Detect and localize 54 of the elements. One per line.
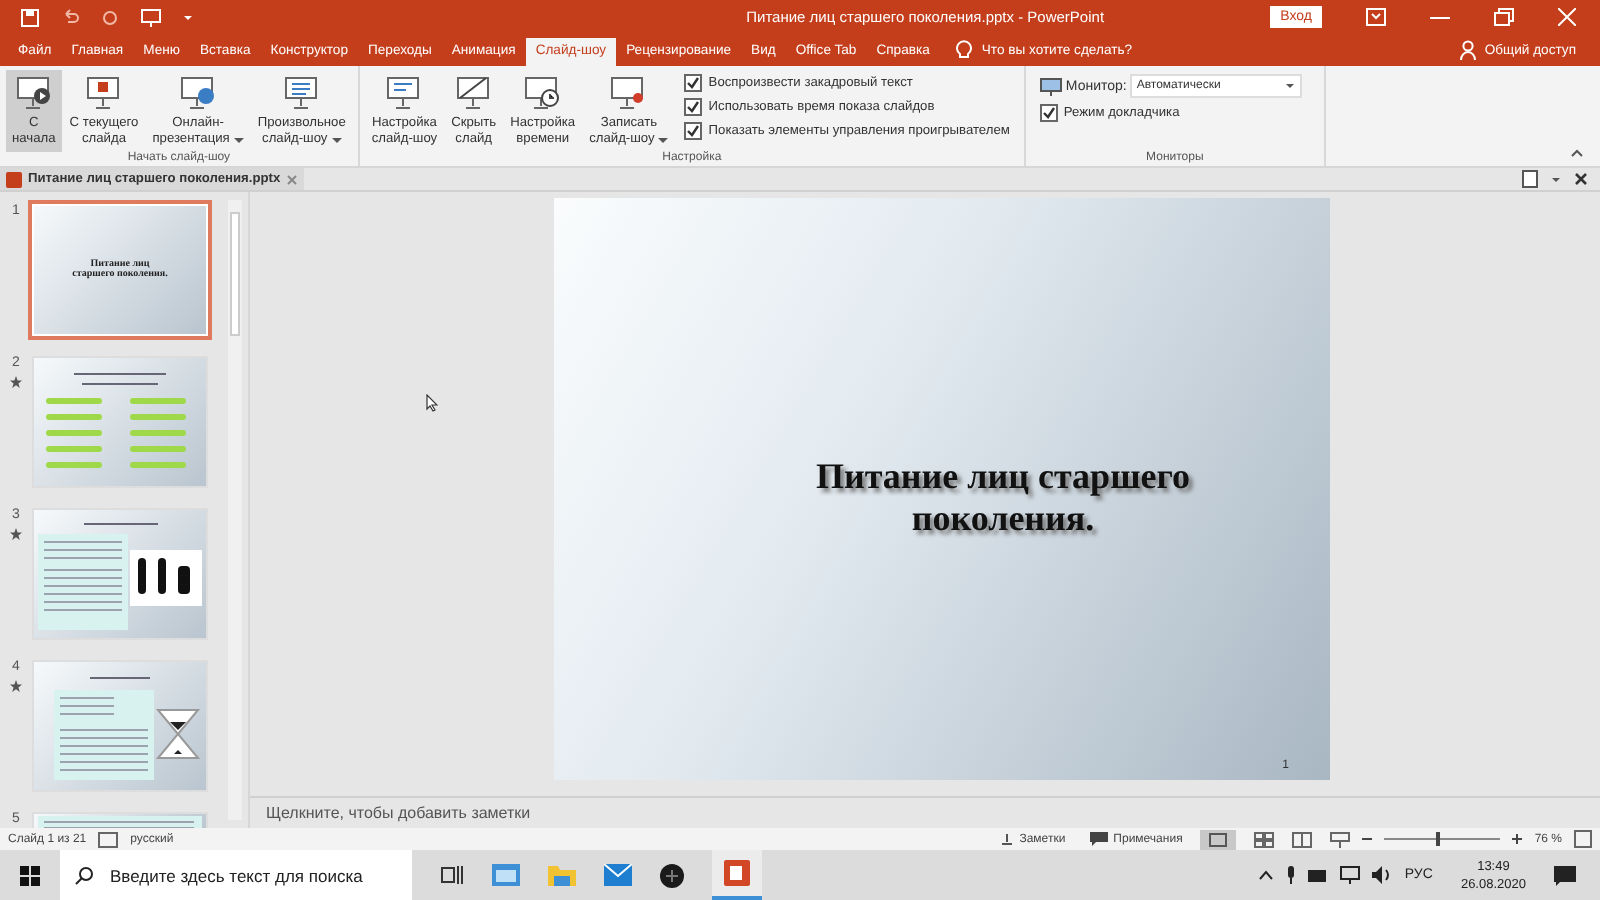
person-icon[interactable]: [1460, 40, 1477, 60]
zoom-in-icon[interactable]: [1512, 834, 1523, 844]
presentation-icon[interactable]: [140, 7, 162, 27]
presentation-app-icon: [724, 860, 750, 886]
notification-icon[interactable]: [1554, 865, 1576, 885]
file-icon: [6, 171, 22, 187]
chevron-up-icon[interactable]: [1258, 870, 1275, 880]
folder-icon[interactable]: [548, 864, 576, 886]
screen-play-icon: [13, 72, 54, 112]
scrollbar[interactable]: [228, 200, 242, 820]
screen-globe-icon: [178, 72, 219, 112]
reading-view-icon[interactable]: [1292, 831, 1313, 847]
circle-app-icon[interactable]: [660, 863, 684, 887]
undo-icon[interactable]: [60, 7, 80, 27]
slide-title[interactable]: Питание лиц старшего поколения.: [763, 455, 1243, 539]
lightbulb-icon[interactable]: [955, 38, 972, 60]
slide-sorter-icon[interactable]: [1254, 831, 1275, 847]
speaker-icon[interactable]: [1372, 866, 1393, 884]
caret-icon: [1284, 80, 1297, 92]
screen-settings-icon: [384, 72, 425, 112]
windows-start-icon[interactable]: [20, 865, 40, 885]
screen-slash-icon: [453, 72, 494, 112]
mail-icon[interactable]: [604, 864, 632, 886]
slideshow-icon[interactable]: [1330, 831, 1351, 847]
task-view-icon[interactable]: [440, 864, 464, 886]
monitor-icon: [1039, 77, 1062, 95]
save-icon[interactable]: [20, 7, 40, 27]
caret-icon[interactable]: [1550, 173, 1562, 185]
close-icon[interactable]: [1574, 172, 1588, 186]
presentation-app-button[interactable]: [712, 850, 762, 900]
comment-icon: [1089, 832, 1108, 846]
screen-icon: [83, 72, 124, 112]
ribbon-display-icon[interactable]: [1366, 8, 1386, 26]
checkmark-icon: [1041, 106, 1056, 120]
fit-to-window-icon[interactable]: [1574, 830, 1592, 848]
spellcheck-icon[interactable]: [98, 831, 119, 847]
search-icon: [74, 865, 94, 885]
battery-icon[interactable]: [1308, 869, 1329, 881]
redo-icon[interactable]: [100, 7, 120, 27]
monitor-icon[interactable]: [1340, 866, 1361, 884]
screen-record-icon: [608, 72, 649, 112]
document-icon[interactable]: [1522, 170, 1538, 188]
normal-view-icon[interactable]: [1200, 829, 1237, 849]
customize-caret-icon[interactable]: [182, 11, 194, 23]
taskbar-search-field[interactable]: Введите здесь текст для поиска: [60, 850, 412, 900]
notes-field[interactable]: Щелкните, чтобы добавить заметки: [250, 796, 1600, 828]
restore-icon[interactable]: [1494, 8, 1514, 26]
cursor-icon: [426, 394, 438, 412]
screen-list-icon: [281, 72, 322, 112]
zoom-out-icon[interactable]: [1362, 834, 1373, 844]
microphone-icon[interactable]: [1286, 866, 1297, 884]
notes-icon: [999, 832, 1014, 846]
collapse-ribbon-icon[interactable]: [1570, 148, 1584, 158]
screen-clock-icon: [522, 72, 563, 112]
